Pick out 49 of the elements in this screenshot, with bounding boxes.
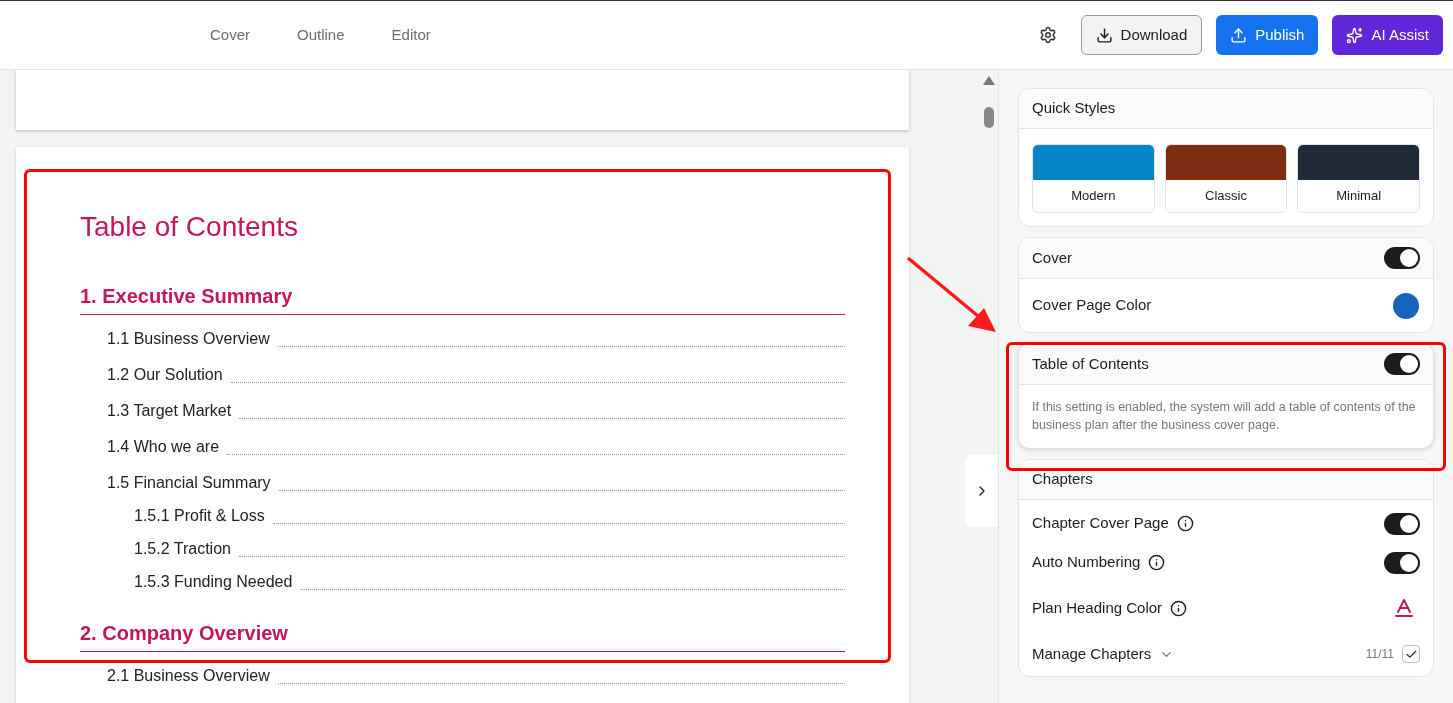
setting-label: Cover [1032,247,1072,268]
style-option[interactable]: Minimal [1297,144,1420,213]
toc-entry: 1.5.1 Profit & Loss [134,506,265,526]
chapter-count: 11/11 [1365,646,1394,663]
scrollbar-thumb[interactable] [983,107,994,128]
nav-tab[interactable]: Outline [297,23,345,47]
toc-entry: 1.5.2 Traction [134,539,231,559]
setting-label: Manage Chapters [1032,643,1152,664]
scroll-up-icon [982,76,995,85]
toc-entry: 1.4 Who we are [107,437,220,457]
style-option[interactable]: Classic [1164,144,1288,213]
card-title: Chapters [1032,469,1093,490]
setting-label: Table of Contents [1032,353,1149,374]
card-title: Quick Styles [1032,98,1116,119]
nav-tab[interactable]: Editor [391,23,431,47]
toc-entry: 1.3 Target Market [107,401,232,421]
toc-entry: 1.5.3 Funding Needed [134,572,293,592]
ai-assist-button[interactable]: AI Assist [1332,15,1443,55]
chapter-heading: 2. Company Overview [80,620,845,652]
chapter-heading: 1. Executive Summary [80,283,845,315]
sparkle-icon [1346,26,1364,44]
toggle-switch[interactable] [1384,512,1420,535]
color-swatch[interactable] [1393,292,1419,319]
toc-entry: 1.5 Financial Summary [107,473,271,493]
toggle-switch[interactable] [1384,551,1420,574]
upload-icon [1230,26,1248,44]
info-icon [1176,515,1194,532]
setting-label: Chapter Cover Page [1032,513,1169,534]
settings-icon [1038,26,1057,44]
checkbox[interactable] [1402,645,1420,663]
download-icon [1095,26,1113,44]
text-color-icon [1392,596,1416,620]
publish-button[interactable]: Publish [1216,15,1319,55]
info-icon [1148,554,1166,571]
toggle-switch[interactable] [1384,247,1420,269]
setting-label: Cover Page Color [1032,295,1152,316]
download-button[interactable]: Download [1080,15,1203,55]
toggle-switch[interactable] [1384,353,1420,375]
style-option[interactable]: Modern [1032,144,1155,213]
nav-tab[interactable]: Cover [210,23,250,47]
toc-title: Table of Contents [80,213,299,241]
toc-entry: 1.2 Our Solution [107,365,223,385]
setting-label: Auto Numbering [1032,552,1141,573]
setting-label: Plan Heading Color [1032,597,1163,618]
heading-color-button[interactable] [1392,596,1416,620]
info-icon [1170,599,1188,617]
toc-entry: 1.1 Business Overview [107,329,270,349]
setting-description: If this setting is enabled, the system will add a table of contents of the business plan after the business cover page. [1031,399,1417,434]
toc-entry: 2.1 Business Overview [107,666,270,686]
